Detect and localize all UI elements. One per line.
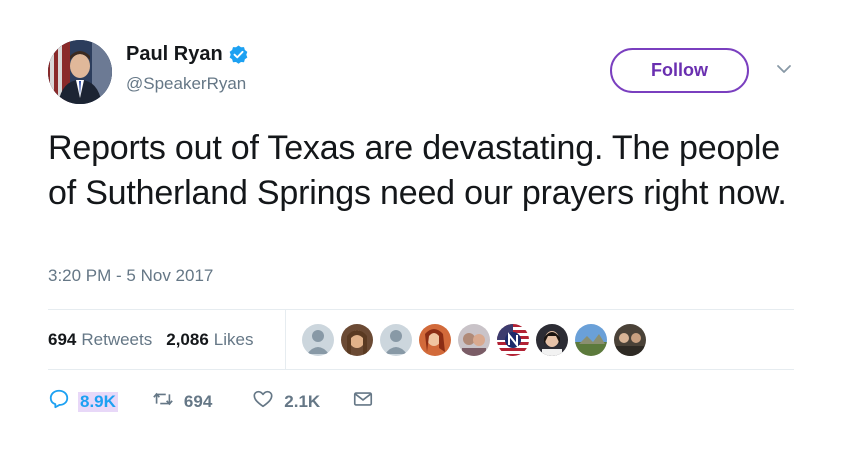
liker-avatar[interactable] <box>380 324 412 356</box>
direct-message-button[interactable] <box>352 388 374 415</box>
liker-avatar[interactable] <box>302 324 334 356</box>
retweets-count: 694 <box>48 330 77 349</box>
liker-avatar[interactable] <box>458 324 490 356</box>
heart-icon <box>252 388 274 415</box>
liker-avatar[interactable] <box>419 324 451 356</box>
liker-avatar-flag[interactable] <box>497 324 529 356</box>
retweets-stat[interactable]: 694 Retweets <box>48 330 152 350</box>
liker-avatar[interactable] <box>575 324 607 356</box>
reply-count: 8.9K <box>78 391 118 412</box>
retweet-button[interactable]: 694 <box>152 388 212 415</box>
author-name-row: Paul Ryan <box>126 43 248 66</box>
divider <box>48 309 794 310</box>
chevron-down-icon[interactable] <box>776 62 792 74</box>
reply-button[interactable]: 8.9K <box>48 388 118 415</box>
liker-avatars <box>302 324 653 356</box>
tweet-timestamp[interactable]: 3:20 PM - 5 Nov 2017 <box>48 266 213 286</box>
liker-avatar[interactable] <box>341 324 373 356</box>
divider <box>48 369 794 370</box>
retweets-label: Retweets <box>81 330 153 349</box>
tweet-actions: 8.9K 694 2.1K <box>48 388 374 415</box>
liker-avatar[interactable] <box>536 324 568 356</box>
tweet-text: Reports out of Texas are devastating. Th… <box>48 129 787 212</box>
reply-icon <box>48 388 70 415</box>
likes-stat[interactable]: 2,086 Likes <box>166 330 253 350</box>
author-avatar[interactable] <box>48 40 112 104</box>
verified-badge-icon <box>229 45 248 64</box>
author-handle[interactable]: @SpeakerRyan <box>126 74 246 94</box>
engagement-stats: 694 Retweets 2,086 Likes <box>48 330 267 350</box>
liker-avatar[interactable] <box>614 324 646 356</box>
follow-button[interactable]: Follow <box>610 48 749 93</box>
likes-count: 2,086 <box>166 330 209 349</box>
stats-separator <box>285 310 286 369</box>
envelope-icon <box>352 388 374 415</box>
likes-label: Likes <box>213 330 254 349</box>
retweet-icon <box>152 388 174 415</box>
retweet-count: 694 <box>183 391 213 411</box>
author-name[interactable]: Paul Ryan <box>126 43 223 66</box>
like-button[interactable]: 2.1K <box>252 388 320 415</box>
like-count: 2.1K <box>284 391 321 411</box>
